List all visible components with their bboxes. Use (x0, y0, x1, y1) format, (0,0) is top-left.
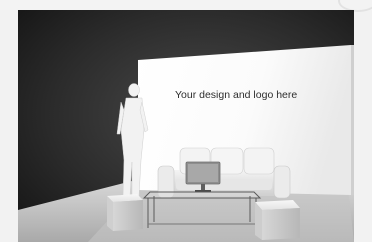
image-frame: Your design and logo here (0, 0, 372, 242)
back-wall-edge (351, 45, 354, 195)
booth-render: Your design and logo here (18, 10, 354, 242)
booth-scene-svg: Your design and logo here (18, 10, 354, 242)
wall-banner-text: Your design and logo here (175, 89, 297, 101)
right-cube (255, 200, 300, 240)
top-band (0, 0, 372, 10)
left-cube (107, 194, 143, 231)
